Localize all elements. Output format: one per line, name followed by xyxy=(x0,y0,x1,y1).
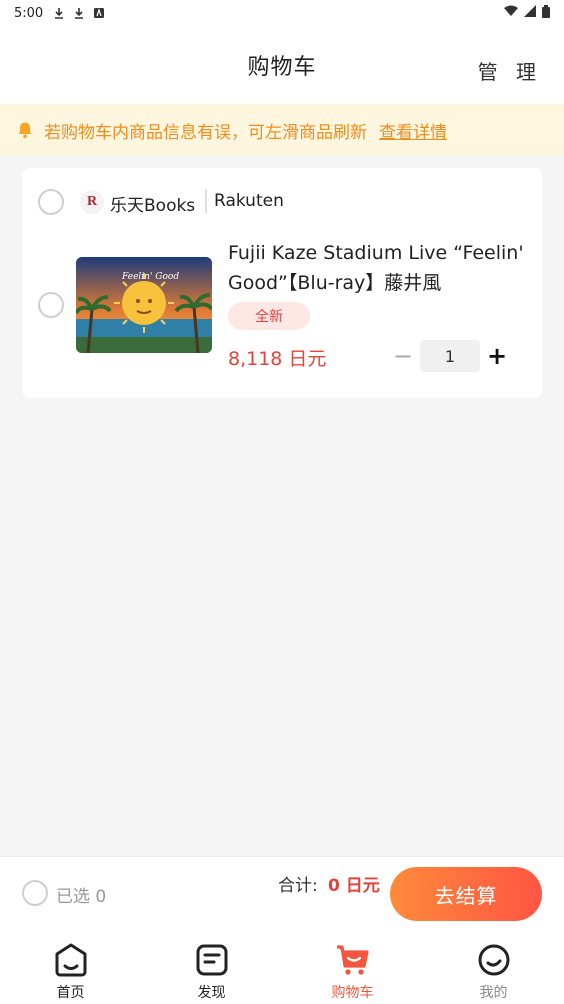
shop-divider xyxy=(205,189,207,213)
total-value: 0 日元 xyxy=(328,876,380,896)
quantity-decrease-button[interactable]: − xyxy=(393,342,413,370)
shop-row: R 乐天Books Rakuten xyxy=(22,168,542,236)
status-time: 5:00 xyxy=(14,5,44,21)
manage-button[interactable]: 管 理 xyxy=(478,56,542,85)
signal-icon xyxy=(524,5,536,21)
select-all-radio[interactable] xyxy=(22,880,48,906)
header: 购物车 管 理 xyxy=(0,26,564,104)
rakuten-logo-icon: R xyxy=(80,190,104,214)
cart-icon xyxy=(335,942,371,978)
notice-banner: 若购物车内商品信息有误，可左滑商品刷新 查看详情 xyxy=(0,104,564,156)
cart-shop-card: R 乐天Books Rakuten Feelin' Good Fujii Kaz… xyxy=(22,168,542,398)
bell-icon xyxy=(16,121,34,139)
download-icon xyxy=(73,7,85,19)
total-label: 合计: xyxy=(278,876,318,896)
download-icon xyxy=(53,7,65,19)
selected-count: 已选 0 xyxy=(56,887,107,907)
page-title: 购物车 xyxy=(247,55,317,80)
shop-name[interactable]: 乐天Books xyxy=(110,191,195,216)
tab-cart-label: 购物车 xyxy=(331,985,374,1001)
svg-text:Feelin' Good: Feelin' Good xyxy=(121,272,179,282)
bottom-tab-bar: 首页 发现 购物车 我的 xyxy=(0,930,564,1004)
battery-icon xyxy=(542,4,550,22)
tab-profile[interactable]: 我的 xyxy=(423,930,564,1004)
product-image[interactable]: Feelin' Good xyxy=(76,257,212,353)
status-bar: 5:00 xyxy=(0,0,564,26)
product-price: 8,118 日元 xyxy=(228,348,327,370)
tab-profile-label: 我的 xyxy=(479,985,508,1001)
quantity-input[interactable]: 1 xyxy=(420,340,480,372)
product-title[interactable]: Fujii Kaze Stadium Live “Feelin' Good”【B… xyxy=(228,238,526,298)
shop-select-radio[interactable] xyxy=(38,189,64,215)
checkout-button[interactable]: 去结算 xyxy=(390,867,542,921)
profile-icon xyxy=(476,942,512,978)
tab-discover-label: 发现 xyxy=(197,985,226,1001)
view-details-link[interactable]: 查看详情 xyxy=(379,118,447,143)
notice-text: 若购物车内商品信息有误，可左滑商品刷新 xyxy=(44,122,367,143)
tab-home-label: 首页 xyxy=(56,985,85,1001)
checkout-bar: 已选 0 合计: 0 日元 去结算 xyxy=(0,856,564,930)
shop-brand: Rakuten xyxy=(214,191,284,211)
home-icon xyxy=(53,942,89,978)
tab-home[interactable]: 首页 xyxy=(0,930,141,1004)
discover-icon xyxy=(194,942,230,978)
condition-tag: 全新 xyxy=(228,302,310,330)
product-select-radio[interactable] xyxy=(38,292,64,318)
tab-discover[interactable]: 发现 xyxy=(141,930,282,1004)
app-notification-icon xyxy=(93,7,105,19)
quantity-increase-button[interactable]: + xyxy=(487,340,507,372)
wifi-icon xyxy=(504,5,518,21)
tab-cart[interactable]: 购物车 xyxy=(282,930,423,1004)
